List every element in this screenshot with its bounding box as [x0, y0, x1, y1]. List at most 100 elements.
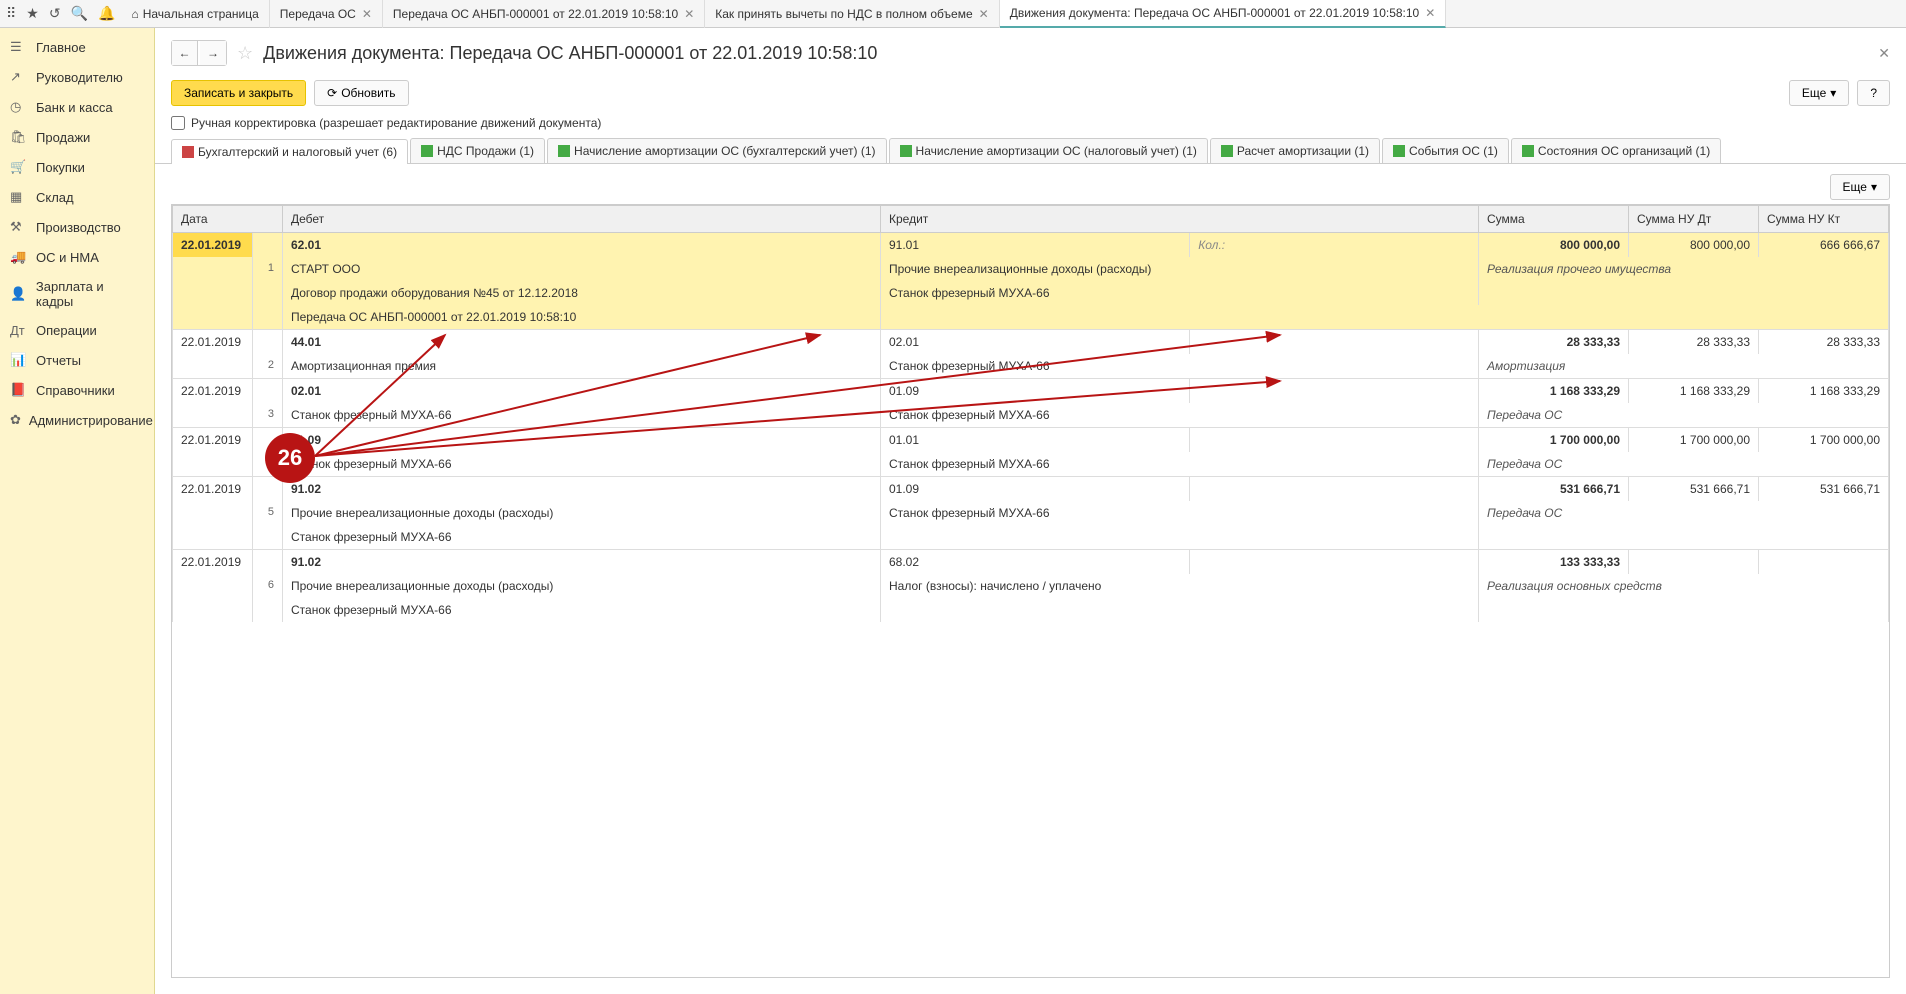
- table-row[interactable]: Передача ОС АНБП-000001 от 22.01.2019 10…: [173, 305, 1889, 330]
- subtab-icon: [900, 145, 912, 157]
- table-row[interactable]: 22.01.201944.0102.0128 333,3328 333,3328…: [173, 330, 1889, 355]
- favorite-icon[interactable]: ☆: [237, 43, 253, 64]
- sidebar-label: Продажи: [36, 130, 90, 145]
- top-tab[interactable]: ⌂Начальная страница: [121, 0, 269, 28]
- tab-close-icon[interactable]: ✕: [1425, 6, 1435, 20]
- tab-label: Передача ОС АНБП-000001 от 22.01.2019 10…: [393, 7, 678, 21]
- nav-buttons: ← →: [171, 40, 227, 66]
- refresh-button[interactable]: ⟳Обновить: [314, 80, 408, 106]
- subtab-label: События ОС (1): [1409, 144, 1498, 158]
- manual-edit-label: Ручная корректировка (разрешает редактир…: [191, 116, 601, 130]
- annotation-badge: 26: [265, 433, 315, 483]
- subtab[interactable]: Бухгалтерский и налоговый учет (6): [171, 139, 408, 164]
- subtab[interactable]: Начисление амортизации ОС (налоговый уче…: [889, 138, 1208, 163]
- subtab-label: Начисление амортизации ОС (налоговый уче…: [916, 144, 1197, 158]
- subtab-icon: [1522, 145, 1534, 157]
- sidebar-item[interactable]: 🛍Продажи: [0, 122, 154, 152]
- table-row[interactable]: Станок фрезерный МУХА-66: [173, 598, 1889, 622]
- table-row[interactable]: 3Станок фрезерный МУХА-66Станок фрезерны…: [173, 403, 1889, 428]
- subtab[interactable]: Состояния ОС организаций (1): [1511, 138, 1721, 163]
- table-row[interactable]: 22.01.201962.0191.01Кол.:800 000,00800 0…: [173, 233, 1889, 258]
- sidebar-label: ОС и НМА: [36, 250, 99, 265]
- sidebar-item[interactable]: 🛒Покупки: [0, 152, 154, 182]
- sidebar-label: Руководителю: [36, 70, 123, 85]
- table-row[interactable]: 22.01.201901.0901.011 700 000,001 700 00…: [173, 428, 1889, 453]
- star-icon[interactable]: ★: [26, 5, 39, 22]
- close-icon[interactable]: ✕: [1878, 45, 1890, 62]
- top-tab[interactable]: Движения документа: Передача ОС АНБП-000…: [1000, 0, 1447, 28]
- top-tab[interactable]: Передача ОС ✕: [270, 0, 383, 28]
- subtab-icon: [558, 145, 570, 157]
- sidebar-label: Справочники: [36, 383, 115, 398]
- table-row[interactable]: 22.01.201991.0201.09531 666,71531 666,71…: [173, 477, 1889, 502]
- help-button[interactable]: ?: [1857, 80, 1890, 106]
- subtab-icon: [1221, 145, 1233, 157]
- tab-close-icon[interactable]: ✕: [362, 7, 372, 21]
- sidebar-item[interactable]: ✿ Администрирование: [0, 405, 154, 435]
- table-row[interactable]: 1СТАРТ ОООПрочие внереализационные доход…: [173, 257, 1889, 281]
- sidebar-item[interactable]: ▦Склад: [0, 182, 154, 212]
- more-button[interactable]: Еще ▾: [1789, 80, 1849, 106]
- tab-label: Движения документа: Передача ОС АНБП-000…: [1010, 6, 1420, 20]
- table-row[interactable]: 22.01.201902.0101.091 168 333,291 168 33…: [173, 379, 1889, 404]
- manual-edit-checkbox[interactable]: [171, 116, 185, 130]
- back-button[interactable]: ←: [172, 41, 198, 65]
- sidebar-item[interactable]: ↗ Руководителю: [0, 62, 154, 92]
- sidebar-item[interactable]: 📊Отчеты: [0, 345, 154, 375]
- sidebar: ☰ Главное ↗ Руководителю ◷ Банк и касса 🛍Прода…: [0, 28, 155, 994]
- sidebar-icon: ◷: [10, 99, 28, 115]
- sidebar-icon: ☰: [10, 39, 28, 55]
- sidebar-item[interactable]: 🚚ОС и НМА: [0, 242, 154, 272]
- sidebar-label: Администрирование: [29, 413, 153, 428]
- tab-close-icon[interactable]: ✕: [684, 7, 694, 21]
- sidebar-label: Отчеты: [36, 353, 81, 368]
- subtab[interactable]: Расчет амортизации (1): [1210, 138, 1380, 163]
- top-tabs: ⌂Начальная страницаПередача ОС✕Передача …: [121, 0, 1446, 28]
- subtab-label: Начисление амортизации ОС (бухгалтерский…: [574, 144, 876, 158]
- tab-close-icon[interactable]: ✕: [979, 7, 989, 21]
- sidebar-icon: 👤: [10, 286, 28, 302]
- subtab[interactable]: НДС Продажи (1): [410, 138, 545, 163]
- accounting-grid[interactable]: ДатаДебетКредитСуммаСумма НУ ДтСумма НУ …: [171, 204, 1890, 978]
- sidebar-icon: Дт: [10, 323, 28, 338]
- subtab-label: Бухгалтерский и налоговый учет (6): [198, 145, 397, 159]
- table-row[interactable]: Станок фрезерный МУХА-66: [173, 525, 1889, 550]
- subtab-label: Расчет амортизации (1): [1237, 144, 1369, 158]
- sidebar-item[interactable]: ◷ Банк и касса: [0, 92, 154, 122]
- tab-label: Передача ОС: [280, 7, 356, 21]
- sidebar-label: Главное: [36, 40, 86, 55]
- table-row[interactable]: 5Прочие внереализационные доходы (расход…: [173, 501, 1889, 525]
- sidebar-item[interactable]: ДтОперации: [0, 316, 154, 345]
- sidebar-item[interactable]: ⚒Производство: [0, 212, 154, 242]
- table-row[interactable]: 2Амортизационная премияСтанок фрезерный …: [173, 354, 1889, 379]
- top-tab[interactable]: Как принять вычеты по НДС в полном объем…: [705, 0, 999, 28]
- sidebar-icon: ↗: [10, 69, 28, 85]
- grid-more-button[interactable]: Еще ▾: [1830, 174, 1890, 200]
- sidebar-icon: ✿: [10, 412, 21, 428]
- sidebar-label: Производство: [36, 220, 121, 235]
- apps-icon[interactable]: ⠿: [6, 5, 16, 22]
- history-icon[interactable]: ↺: [49, 5, 61, 22]
- subtab-label: Состояния ОС организаций (1): [1538, 144, 1710, 158]
- table-row[interactable]: 4Станок фрезерный МУХА-66Станок фрезерны…: [173, 452, 1889, 477]
- sidebar-item[interactable]: 👤Зарплата и кадры: [0, 272, 154, 316]
- sidebar-icon: 🛒: [10, 159, 28, 175]
- sidebar-item[interactable]: 📕 Справочники: [0, 375, 154, 405]
- table-row[interactable]: Договор продажи оборудования №45 от 12.1…: [173, 281, 1889, 305]
- subtab-icon: [1393, 145, 1405, 157]
- sidebar-icon: 📕: [10, 382, 28, 398]
- top-tab[interactable]: Передача ОС АНБП-000001 от 22.01.2019 10…: [383, 0, 705, 28]
- table-row[interactable]: 6Прочие внереализационные доходы (расход…: [173, 574, 1889, 598]
- sidebar-icon: ▦: [10, 189, 28, 205]
- subtab[interactable]: Начисление амортизации ОС (бухгалтерский…: [547, 138, 887, 163]
- refresh-icon: ⟳: [327, 86, 337, 100]
- sidebar-label: Банк и касса: [36, 100, 113, 115]
- tab-label: Начальная страница: [143, 7, 259, 21]
- search-icon[interactable]: 🔍: [71, 5, 88, 22]
- subtab[interactable]: События ОС (1): [1382, 138, 1509, 163]
- forward-button[interactable]: →: [200, 41, 226, 65]
- table-row[interactable]: 22.01.201991.0268.02133 333,33: [173, 550, 1889, 575]
- bell-icon[interactable]: 🔔: [98, 5, 115, 22]
- sidebar-item[interactable]: ☰ Главное: [0, 32, 154, 62]
- save-close-button[interactable]: Записать и закрыть: [171, 80, 306, 106]
